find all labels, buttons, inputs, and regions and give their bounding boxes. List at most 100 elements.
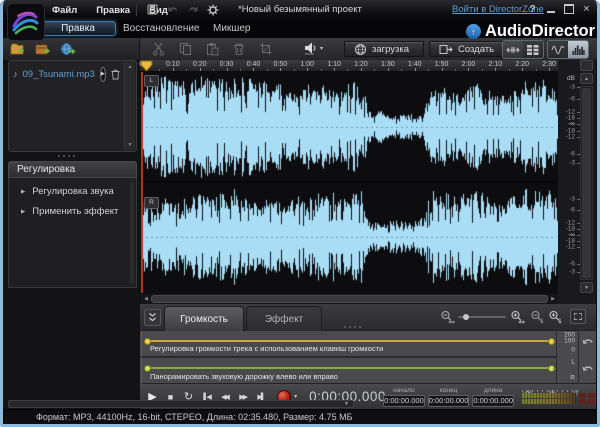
import-folder-icon[interactable] [35,42,51,56]
scroll-down-icon[interactable]: ▼ [128,142,133,148]
panel-splitter[interactable] [344,326,361,328]
channel-right-badge[interactable]: R [144,197,159,209]
cut-icon[interactable] [152,42,165,56]
scrollbar-track[interactable] [580,86,593,280]
end-value[interactable]: 0:00:00.000 [428,395,470,407]
ruler-minor-tick [455,69,456,71]
ruler-tick [280,68,281,71]
meter-bar-left [522,393,596,398]
start-value[interactable]: 0:00:00.000 [383,395,425,407]
ruler-tick-label: 2:20 [515,61,529,68]
ruler-tick [415,68,416,71]
tick [577,272,580,273]
create-button-label: Создать [458,44,494,55]
waveform-view-icon[interactable] [548,41,568,58]
end-label: конец [428,387,470,394]
grid-view-icon[interactable] [523,41,543,58]
download-button[interactable]: загрузка [344,41,424,57]
brand-arrow-icon: ↑ [466,24,481,39]
tab-volume[interactable]: Громкость [164,306,244,331]
pan-scale-right: R [556,375,575,382]
start-time-field: начало 0:00:00.000 [383,387,425,407]
ruler-tick-label: 1:30 [381,61,395,68]
list-item[interactable]: ♪ 09_Tsunami.mp3 ▶ [13,66,120,82]
pan-keyframe[interactable] [144,365,151,372]
collapse-panel-button[interactable] [144,309,161,326]
ruler-minor-tick [213,69,214,71]
import-file-icon[interactable] [10,42,26,56]
tick [577,112,580,113]
ruler-minor-tick [428,69,429,71]
stretch-view-icon[interactable] [503,41,523,58]
edit-icons-group [152,42,272,56]
db-scale-label: -3 [558,269,575,276]
remove-file-icon[interactable] [111,69,120,80]
collapsed-panel-strip[interactable]: ▼ [8,400,354,408]
length-value[interactable]: 0:00:00.000 [472,395,514,407]
scroll-up-icon[interactable]: ▲ [128,64,133,70]
ruler-tick-label: 0:30 [220,61,234,68]
pan-scale-left: L [556,359,575,366]
close-button[interactable]: × [579,2,594,16]
scroll-up-icon[interactable]: ▲ [580,73,593,84]
tab-restore[interactable]: Восстановление [123,23,200,34]
tab-edit[interactable]: Правка [40,21,116,36]
zoom-out-vertical-icon[interactable] [530,310,544,324]
tab-mixer[interactable]: Микшер [213,23,250,34]
adjust-item-effect[interactable]: ▶ Применить эффект [9,202,136,221]
trim-icon[interactable] [259,42,272,56]
ruler-tick-label: 0:20 [193,61,207,68]
delete-icon[interactable] [233,42,245,56]
reset-volume-button[interactable] [582,335,594,347]
fit-to-window-button[interactable] [570,309,586,324]
pan-keyframe-line[interactable] [146,367,552,369]
file-name[interactable]: 09_Tsunami.mp3 [23,69,95,80]
vertical-scrollbar[interactable]: ▲ ▼ [579,60,594,305]
waveform-display[interactable] [141,72,558,293]
tab-effect[interactable]: Эффект [246,306,322,331]
ruler-tick [468,68,469,71]
monitor-volume-button[interactable]: ▾ [303,41,323,55]
db-scale-label: -3 [558,84,575,91]
timeline-ruler[interactable]: 0:000:100:200:300:400:501:001:101:201:30… [140,60,560,72]
download-button-label: загрузка [372,44,409,55]
media-scrollbar[interactable]: ▲▼ [124,62,135,150]
zoom-slider[interactable] [458,316,506,318]
paste-icon[interactable] [206,42,219,56]
corner-button[interactable] [580,60,593,71]
adjust-section-header: Регулировка [8,161,137,178]
ruler-tick [522,68,523,71]
volume-keyframe-line[interactable] [146,340,552,342]
channel-left-badge[interactable]: L [144,75,159,87]
length-label: длина [472,387,514,394]
maximize-button[interactable] [561,2,576,16]
minimize-button[interactable] [543,2,558,16]
horizontal-scrollbar[interactable]: ◀ ▶ [141,294,558,304]
help-button[interactable]: ? [525,2,540,16]
ruler-minor-tick [374,69,375,71]
zoom-slider-thumb[interactable] [463,314,469,320]
copy-icon[interactable] [179,42,192,56]
ruler-tick-label: 0:50 [274,61,288,68]
preview-play-button[interactable]: ▶ [100,67,106,82]
zoom-in-vertical-icon[interactable] [548,310,562,324]
scroll-left-icon[interactable]: ◀ [141,296,151,302]
adjust-item-sound[interactable]: ▶ Регулировка звука [9,182,136,201]
brand-logo: ↑ AudioDirector [466,22,595,41]
scrollbar-thumb[interactable] [582,88,591,278]
adjust-scrollbar[interactable] [130,182,134,283]
ruler-tick-label: 1:20 [354,61,368,68]
zoom-in-horizontal-icon[interactable] [510,310,525,324]
scroll-down-icon[interactable]: ▼ [580,282,593,293]
playhead-marker[interactable] [140,60,153,72]
scrollbar-thumb[interactable] [151,295,548,303]
zoom-out-horizontal-icon[interactable] [440,310,455,324]
spectrum-view-icon[interactable] [568,41,588,58]
ruler-tick [361,68,362,71]
scroll-right-icon[interactable]: ▶ [548,296,558,302]
panel-splitter[interactable] [58,155,75,157]
playhead-line [141,331,142,384]
create-button[interactable]: Создать [429,41,509,57]
download-from-directorzone-icon[interactable] [60,42,76,56]
reset-pan-button[interactable] [582,362,594,374]
